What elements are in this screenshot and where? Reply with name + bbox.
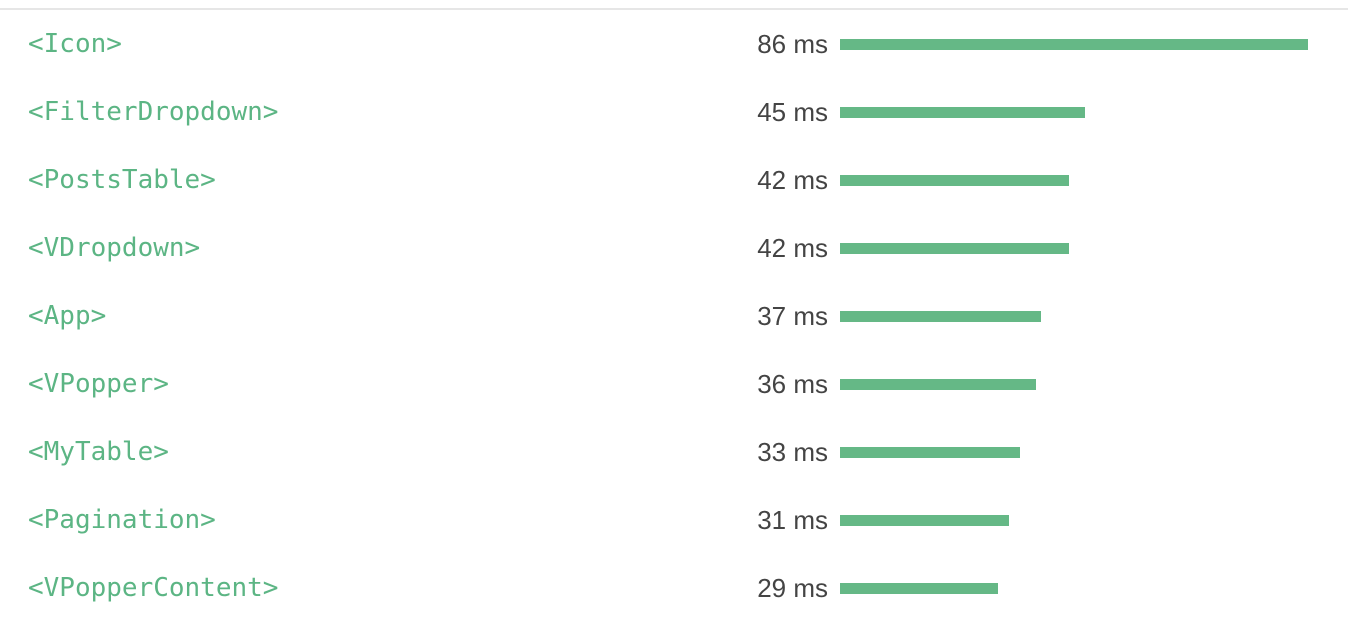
- bar-track: [840, 583, 1308, 594]
- render-time: 86 ms: [757, 29, 828, 59]
- component-name: <VDropdown>: [28, 233, 201, 263]
- timing-bar: [840, 379, 1036, 390]
- component-name: <Pagination>: [28, 505, 216, 535]
- timing-bar: [840, 243, 1069, 254]
- render-time: 36 ms: [757, 369, 828, 399]
- timing-bar: [840, 515, 1009, 526]
- component-name: <Icon>: [28, 29, 122, 59]
- component-name: <VPopperContent>: [28, 573, 279, 603]
- bar-track: [840, 243, 1308, 254]
- bar-track: [840, 447, 1308, 458]
- component-name: <App>: [28, 301, 107, 331]
- component-name: <PostsTable>: [28, 165, 216, 195]
- list-item[interactable]: <App> 37 ms: [0, 282, 1348, 350]
- timing-bar: [840, 175, 1069, 186]
- render-time: 42 ms: [757, 165, 828, 195]
- list-item[interactable]: <MyTable> 33 ms: [0, 418, 1348, 486]
- list-item[interactable]: <Pagination> 31 ms: [0, 486, 1348, 554]
- timing-bar: [840, 583, 998, 594]
- bar-track: [840, 107, 1308, 118]
- bar-track: [840, 379, 1308, 390]
- bar-track: [840, 515, 1308, 526]
- list-item[interactable]: <VPopper> 36 ms: [0, 350, 1348, 418]
- bar-track: [840, 175, 1308, 186]
- timing-bar: [840, 39, 1308, 50]
- list-item[interactable]: <Icon> 86 ms: [0, 10, 1348, 78]
- timing-bar: [840, 107, 1085, 118]
- render-time: 29 ms: [757, 573, 828, 603]
- timing-bar: [840, 447, 1020, 458]
- bar-track: [840, 311, 1308, 322]
- list-item[interactable]: <VPopperContent> 29 ms: [0, 554, 1348, 622]
- component-name: <MyTable>: [28, 437, 169, 467]
- list-item[interactable]: <VDropdown> 42 ms: [0, 214, 1348, 282]
- timing-bar: [840, 311, 1041, 322]
- component-name: <VPopper>: [28, 369, 169, 399]
- render-time: 31 ms: [757, 505, 828, 535]
- render-time: 42 ms: [757, 233, 828, 263]
- render-time: 45 ms: [757, 97, 828, 127]
- bar-track: [840, 39, 1308, 50]
- list-item[interactable]: <PostsTable> 42 ms: [0, 146, 1348, 214]
- render-time: 33 ms: [757, 437, 828, 467]
- render-time: 37 ms: [757, 301, 828, 331]
- component-timing-list: <Icon> 86 ms <FilterDropdown> 45 ms <Pos…: [0, 10, 1348, 622]
- component-name: <FilterDropdown>: [28, 97, 279, 127]
- list-item[interactable]: <FilterDropdown> 45 ms: [0, 78, 1348, 146]
